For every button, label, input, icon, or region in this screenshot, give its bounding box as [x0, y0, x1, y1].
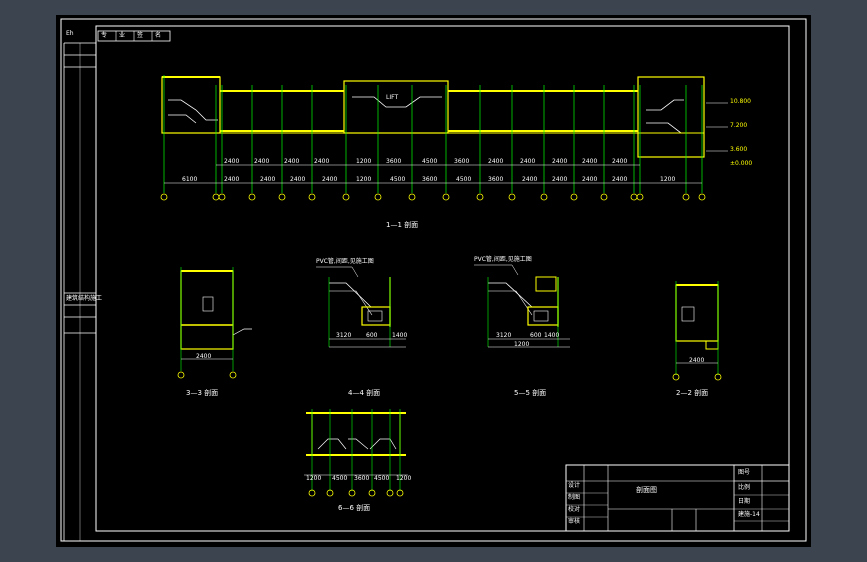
dim-10: 2400	[520, 158, 536, 165]
tb-right-4: 建施-14	[738, 511, 760, 518]
level-mark-3: 10.800	[730, 98, 751, 105]
s4-dim-2: 600	[366, 332, 378, 339]
section-3-3-title: 3—3 剖面	[186, 389, 219, 397]
s5-dim-1: 3120	[496, 332, 512, 339]
left-strip-label: 建筑结构施工	[66, 295, 103, 302]
drawing-name: 剖面图	[636, 486, 657, 494]
section-1-1[interactable]	[160, 75, 728, 201]
lift-label: LIFT	[386, 94, 399, 101]
s5-note: PVC管,间距,见施工图	[474, 256, 532, 263]
dim-9: 2400	[488, 158, 504, 165]
dim-b14: 2400	[612, 176, 628, 183]
tb-row-1: 设计	[568, 482, 581, 489]
dim-b4: 2400	[290, 176, 306, 183]
dim-b8: 3600	[422, 176, 438, 183]
level-mark-1: 3.600	[730, 146, 748, 153]
dim-b11: 2400	[522, 176, 538, 183]
tb-right-1: 图号	[738, 469, 751, 476]
dim-b15: 1200	[660, 176, 676, 183]
tb-row-3: 校对	[568, 506, 581, 513]
s4-dim-1: 3120	[336, 332, 352, 339]
dim-b13: 2400	[582, 176, 598, 183]
left-strip-tag: Eh	[66, 30, 74, 37]
section-6-6-title: 6—6 剖面	[338, 504, 371, 512]
section-4-4-title: 4—4 剖面	[348, 389, 381, 397]
section-2-2[interactable]	[672, 281, 722, 381]
dim-11: 2400	[552, 158, 568, 165]
title-block	[565, 464, 790, 532]
dim-6: 3600	[386, 158, 402, 165]
dim-b5: 2400	[322, 176, 338, 183]
s5-dim-4: 1200	[514, 341, 530, 348]
s4-dim-3: 1400	[392, 332, 408, 339]
tb-right-3: 日期	[738, 498, 751, 505]
tb-row-2: 制图	[568, 494, 581, 501]
inner-border	[95, 25, 790, 532]
s6-dim-1: 1200	[306, 475, 322, 482]
stamp-cell-1: 专	[101, 32, 108, 39]
section-2-2-title: 2—2 剖面	[676, 389, 709, 397]
dim-7: 4500	[422, 158, 438, 165]
drawing-sheet: Eh 建筑结构施工 专 业 签 名 LIFT 10.800 7.200 3.60…	[56, 15, 811, 547]
s3-dim: 2400	[196, 353, 212, 360]
dim-b7: 4500	[390, 176, 406, 183]
dim-b3: 2400	[260, 176, 276, 183]
stamp-cell-2: 业	[119, 32, 126, 39]
level-mark-2: 7.200	[730, 122, 748, 129]
dim-4: 2400	[314, 158, 330, 165]
dim-3: 2400	[284, 158, 300, 165]
s6-dim-2: 4500	[332, 475, 348, 482]
dim-1: 2400	[224, 158, 240, 165]
drawing-canvas	[60, 18, 807, 542]
dim-2: 2400	[254, 158, 270, 165]
dim-b1: 6100	[182, 176, 198, 183]
s6-dim-4: 4500	[374, 475, 390, 482]
cad-viewport[interactable]: Eh 建筑结构施工 专 业 签 名 LIFT 10.800 7.200 3.60…	[0, 0, 867, 562]
dim-5: 1200	[356, 158, 372, 165]
section-6-6[interactable]	[304, 409, 408, 497]
dim-b2: 2400	[224, 176, 240, 183]
s5-dim-2: 600	[530, 332, 542, 339]
tb-right-2: 比例	[738, 484, 751, 491]
tb-row-4: 审核	[568, 518, 581, 525]
dim-b9: 4500	[456, 176, 472, 183]
stamp-cell-4: 名	[155, 32, 162, 39]
section-5-5-title: 5—5 剖面	[514, 389, 547, 397]
dim-b6: 1200	[356, 176, 372, 183]
dim-8: 3600	[454, 158, 470, 165]
s5-dim-3: 1400	[544, 332, 560, 339]
dim-13: 2400	[612, 158, 628, 165]
section-3-3[interactable]	[177, 267, 252, 379]
level-mark-0: ±0.000	[730, 160, 753, 167]
s2-dim: 2400	[689, 357, 705, 364]
s6-dim-3: 3600	[354, 475, 370, 482]
dim-b10: 3600	[488, 176, 504, 183]
stamp-cell-3: 签	[137, 32, 144, 39]
s6-dim-5: 1200	[396, 475, 412, 482]
section-1-1-title: 1—1 剖面	[386, 221, 419, 229]
dim-b12: 2400	[552, 176, 568, 183]
dim-12: 2400	[582, 158, 598, 165]
s4-note: PVC管,间距,见施工图	[316, 258, 374, 265]
